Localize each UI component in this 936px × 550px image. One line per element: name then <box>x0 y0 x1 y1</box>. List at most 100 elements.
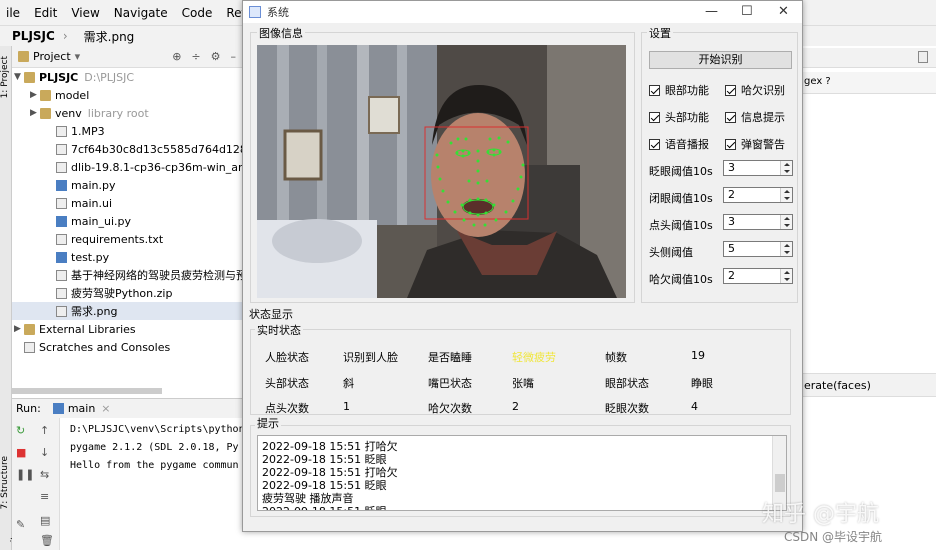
nod-threshold-spinbox[interactable]: 3 <box>723 214 793 230</box>
tree-item[interactable]: 基于神经网络的驾驶员疲劳检测与预警系 <box>46 266 269 284</box>
tree-item[interactable]: main.py <box>46 176 115 194</box>
app-icon <box>249 6 261 18</box>
tree-item[interactable]: ▶ External Libraries <box>14 320 136 338</box>
drowsy-label: 是否瞌睡 <box>428 351 472 364</box>
maximize-icon[interactable]: ☐ <box>741 4 753 19</box>
spin-arrows-icon[interactable] <box>780 188 792 202</box>
eye-status-label: 眼部状态 <box>605 377 649 390</box>
closed-eye-threshold-spinbox[interactable]: 2 <box>723 187 793 203</box>
checkbox-checked-icon <box>725 111 736 123</box>
tree-item[interactable]: requirements.txt <box>46 230 163 248</box>
window-title: 系统 <box>267 6 289 19</box>
tree-item-path: library root <box>87 106 149 120</box>
yawn-threshold-spinbox[interactable]: 2 <box>723 268 793 284</box>
blink-threshold-spinbox[interactable]: 3 <box>723 160 793 176</box>
spin-arrows-icon[interactable] <box>780 215 792 229</box>
run-tab[interactable]: main <box>68 402 95 415</box>
tree-item[interactable]: 疲劳驾驶Python.zip <box>46 284 172 302</box>
mouth-status-label: 嘴巴状态 <box>428 377 472 390</box>
tree-item[interactable]: 1.MP3 <box>46 122 105 140</box>
spinbox-value: 2 <box>728 188 735 201</box>
blink-count-value: 4 <box>691 400 698 413</box>
checkbox-checked-icon <box>649 84 660 96</box>
spin-arrows-icon[interactable] <box>780 161 792 175</box>
print-icon[interactable]: ▤ <box>40 514 50 527</box>
tab-project-side[interactable]: 1: Project <box>0 56 12 98</box>
info-prompt-checkbox[interactable]: 信息提示 <box>725 109 785 125</box>
trash-icon[interactable]: 🗑 <box>40 534 54 547</box>
tree-item[interactable]: main_ui.py <box>46 212 131 230</box>
console-line: pygame 2.1.2 (SDL 2.0.18, Py <box>70 442 239 453</box>
side-tool-strip: 1: Project 7: Structure 2: Favorites <box>0 46 20 550</box>
expand-arrow-icon[interactable]: ▼ <box>14 72 24 82</box>
spin-arrows-icon[interactable] <box>780 269 792 283</box>
menu-edit[interactable]: Edit <box>34 6 57 20</box>
checkbox-label: 哈欠识别 <box>741 84 785 97</box>
menu-navigate[interactable]: Navigate <box>114 6 168 20</box>
stop-icon[interactable]: ■ <box>16 446 26 459</box>
target-icon[interactable]: ⊕ <box>172 50 181 63</box>
pin-icon[interactable]: ✎ <box>16 518 25 531</box>
watermark-csdn: CSDN @毕设宇航 <box>784 530 883 544</box>
gear-icon[interactable]: ⚙ <box>211 50 221 63</box>
expand-arrow-icon[interactable]: ▶ <box>30 108 40 118</box>
menu-view[interactable]: View <box>71 6 99 20</box>
popup-warning-checkbox[interactable]: 弹窗警告 <box>725 136 785 152</box>
start-recognition-button[interactable]: 开始识别 <box>649 51 792 69</box>
file-icon <box>56 197 67 209</box>
expand-arrow-icon[interactable]: ▶ <box>14 324 24 334</box>
dropdown-icon[interactable]: ▾ <box>75 50 81 63</box>
sort-icon[interactable]: ≡ <box>40 490 49 503</box>
tree-item[interactable]: 需求.png <box>12 302 242 320</box>
settings-label: 设置 <box>647 25 673 41</box>
window-titlebar[interactable]: 系统 — ☐ ✕ <box>243 1 802 23</box>
breadcrumb-file[interactable]: 需求.png <box>84 28 135 45</box>
head-function-checkbox[interactable]: 头部功能 <box>649 109 709 125</box>
checkbox-label: 信息提示 <box>741 111 785 124</box>
rerun-icon[interactable]: ↻ <box>16 424 25 437</box>
camera-frame <box>257 45 626 298</box>
editor-tab-icon[interactable] <box>918 51 928 63</box>
close-tab-icon[interactable]: × <box>101 402 110 415</box>
regex-hint[interactable]: gex ? <box>804 76 831 87</box>
tree-item-label: main_ui.py <box>71 214 132 228</box>
voice-broadcast-checkbox[interactable]: 语音播报 <box>649 136 709 152</box>
pause-icon[interactable]: ❚❚ <box>16 468 34 481</box>
tree-item[interactable]: Scratches and Consoles <box>14 338 170 356</box>
minimize-panel-icon[interactable]: – <box>231 50 237 63</box>
tree-item[interactable]: test.py <box>46 248 109 266</box>
wrap-icon[interactable]: ⇆ <box>40 468 49 481</box>
head-status-value: 斜 <box>343 377 354 390</box>
tree-item[interactable]: ▶ venv library root <box>30 104 149 122</box>
console-output[interactable]: D:\PLJSJC\venv\Scripts\python pygame 2.1… <box>60 418 244 550</box>
face-status-value: 识别到人脸 <box>343 351 398 364</box>
collapse-icon[interactable]: ÷ <box>191 50 200 63</box>
yawn-detection-checkbox[interactable]: 哈欠识别 <box>725 82 785 98</box>
down-arrow-icon[interactable]: ↓ <box>40 446 49 459</box>
eye-function-checkbox[interactable]: 眼部功能 <box>649 82 709 98</box>
tree-item[interactable]: ▼ PLJSJC D:\PLJSJC <box>14 68 134 86</box>
file-icon <box>56 269 67 281</box>
menu-file[interactable]: ile <box>6 6 20 20</box>
tree-item[interactable]: main.ui <box>46 194 112 212</box>
breadcrumb-project[interactable]: PLJSJC <box>12 29 55 43</box>
tips-log[interactable]: 2022-09-18 15:51 打哈欠 2022-09-18 15:51 眨眼… <box>257 435 787 511</box>
tab-structure-side[interactable]: 7: Structure <box>0 456 12 510</box>
tree-item[interactable]: ▶ model <box>30 86 89 104</box>
expand-arrow-icon[interactable]: ▶ <box>30 90 40 100</box>
tab-favorites-side[interactable]: 2: Favorites <box>0 526 20 550</box>
chevron-right-icon: › <box>62 29 68 43</box>
menu-code[interactable]: Code <box>182 6 213 20</box>
project-label[interactable]: Project <box>33 50 71 63</box>
close-icon[interactable]: ✕ <box>778 4 789 19</box>
minimize-icon[interactable]: — <box>705 4 718 19</box>
file-icon <box>56 305 67 317</box>
watermark-zhihu: 知乎 @宇航 <box>762 502 879 527</box>
horizontal-scrollbar[interactable] <box>12 388 162 394</box>
tree-item[interactable]: dlib-19.8.1-cp36-cp36m-win_amd64. <box>46 158 273 176</box>
head-tilt-threshold-spinbox[interactable]: 5 <box>723 241 793 257</box>
fatigue-detection-window: 系统 — ☐ ✕ 图像信息 设置 开始识别 眼部功能 哈欠识别 头部功能 信息提… <box>242 0 803 532</box>
up-arrow-icon[interactable]: ↑ <box>40 424 49 437</box>
spin-arrows-icon[interactable] <box>780 242 792 256</box>
scrollbar-thumb[interactable] <box>775 474 785 492</box>
